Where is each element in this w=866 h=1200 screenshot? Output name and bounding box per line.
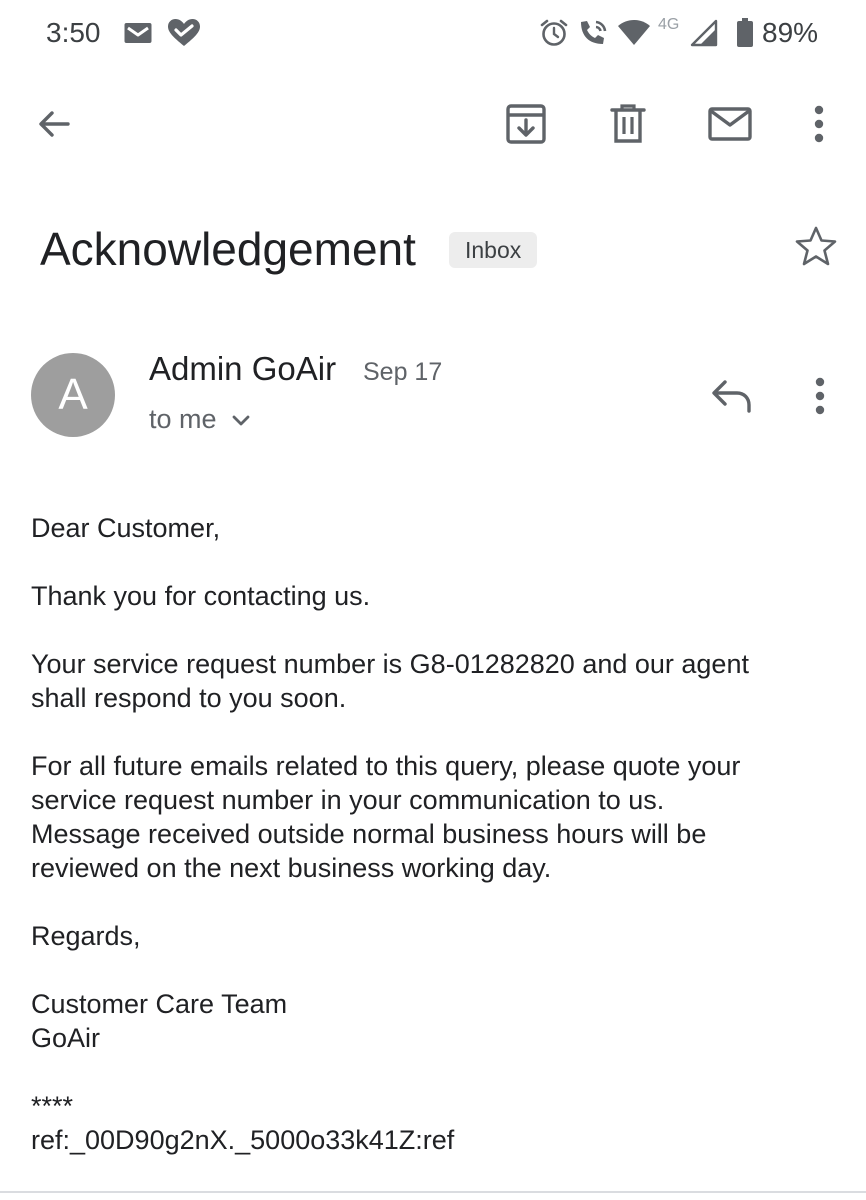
delete-button[interactable] — [600, 96, 656, 152]
battery-percent: 89% — [762, 17, 819, 48]
more-vert-icon — [814, 377, 826, 420]
email-date: Sep 17 — [363, 358, 443, 386]
body-line: reviewed on the next business working da… — [31, 853, 552, 883]
greeting: Dear Customer, — [31, 513, 221, 543]
sender-name: Admin GoAir — [149, 350, 337, 387]
body-line: shall respond to you soon. — [31, 683, 347, 713]
more-vert-icon — [813, 105, 825, 143]
recipient-details-toggle[interactable]: to me — [149, 401, 251, 437]
body-line: Your service request number is G8-012828… — [31, 649, 749, 679]
star-icon — [795, 226, 837, 271]
archive-button[interactable] — [498, 96, 554, 152]
archive-icon — [505, 103, 547, 145]
mark-unread-button[interactable] — [702, 96, 758, 152]
signal-icon — [688, 17, 720, 49]
service-request-paragraph: Your service request number is G8-012828… — [31, 647, 831, 715]
regards: Regards, — [31, 921, 141, 951]
recipient-label: to me — [149, 404, 217, 434]
status-time: 3:50 — [46, 17, 101, 48]
thanks-line: Thank you for contacting us. — [31, 581, 371, 611]
ref-code: ref:_00D90g2nX._5000o33k41Z:ref — [31, 1125, 455, 1155]
wifi-calling-icon — [576, 17, 610, 49]
body-line: For all future emails related to this qu… — [31, 751, 741, 781]
delete-icon — [609, 103, 647, 145]
inbox-label-chip[interactable]: Inbox — [449, 232, 538, 268]
sender-avatar[interactable]: A — [31, 353, 115, 437]
back-arrow-icon — [36, 106, 72, 142]
divider — [0, 1191, 866, 1193]
network-type-label: 4G — [658, 16, 680, 33]
body-line: service request number in your communica… — [31, 785, 665, 815]
message-body: Dear Customer, Thank you for contacting … — [31, 511, 831, 1157]
reply-icon — [711, 379, 753, 418]
signature: Customer Care Team GoAir — [31, 987, 831, 1055]
signature-team: Customer Care Team — [31, 989, 288, 1019]
wifi-icon — [616, 17, 652, 49]
reply-button[interactable] — [704, 370, 760, 426]
alarm-icon — [538, 17, 570, 49]
signature-company: GoAir — [31, 1023, 101, 1053]
future-emails-paragraph: For all future emails related to this qu… — [31, 749, 831, 885]
health-heart-icon — [166, 17, 202, 49]
email-subject: Acknowledgement — [40, 223, 416, 275]
chevron-down-icon — [231, 401, 251, 437]
more-options-button[interactable] — [791, 96, 847, 152]
ref-block: **** ref:_00D90g2nX._5000o33k41Z:ref — [31, 1089, 831, 1157]
mark-unread-icon — [708, 107, 752, 141]
gmail-icon — [122, 17, 154, 49]
message-more-button[interactable] — [792, 370, 848, 426]
ref-separator: **** — [31, 1091, 74, 1121]
battery-icon — [734, 17, 756, 49]
back-button[interactable] — [26, 96, 82, 152]
body-line: Message received outside normal business… — [31, 819, 707, 849]
star-button[interactable] — [790, 222, 842, 274]
